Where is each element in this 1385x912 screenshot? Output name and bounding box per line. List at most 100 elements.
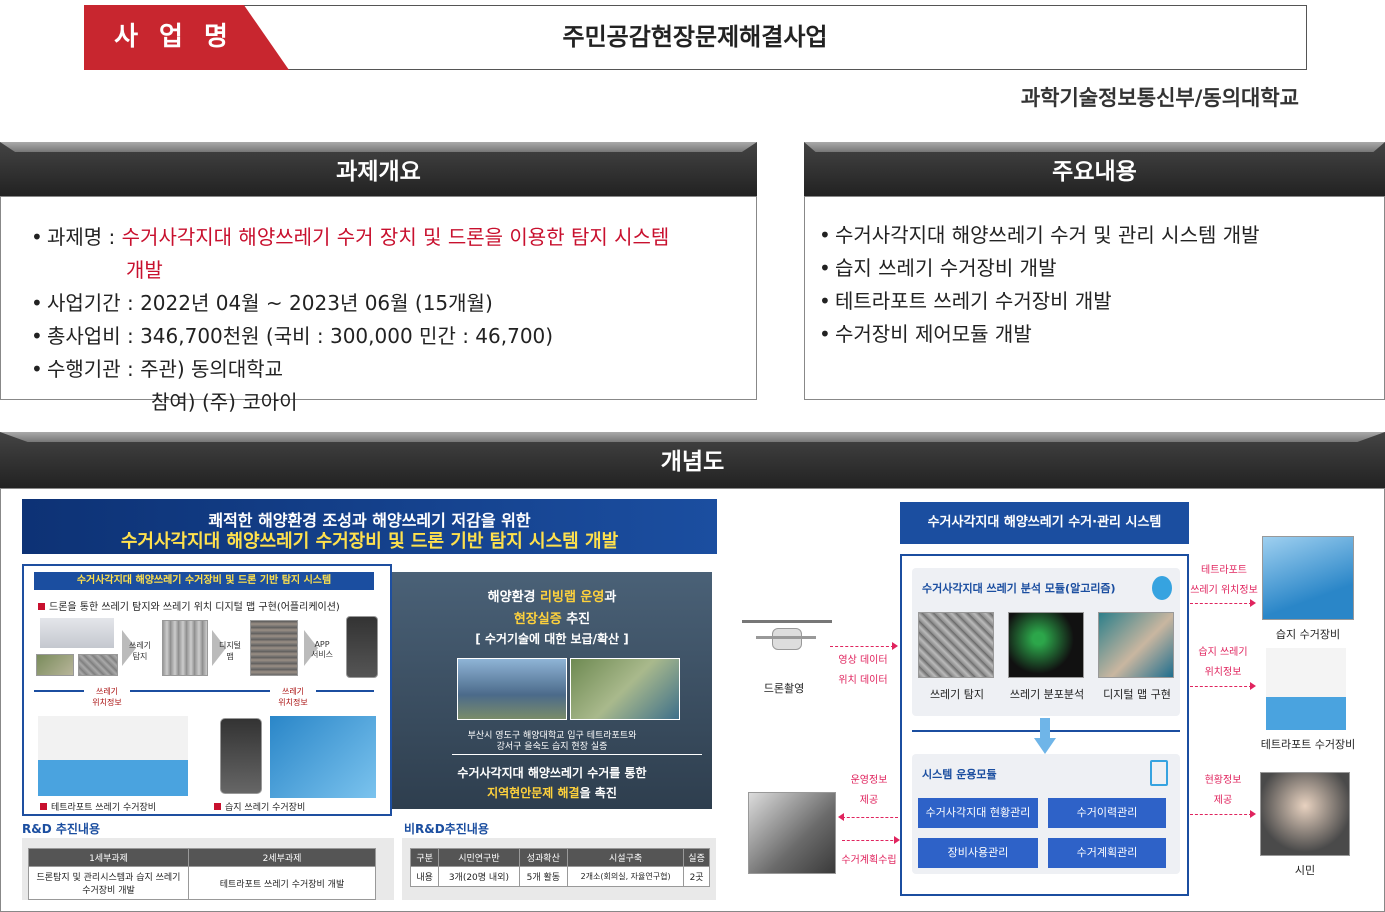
main-content-box: • 수거사각지대 해양쓰레기 수거 및 관리 시스템 개발 • 습지 쓰레기 수거장…: [804, 196, 1385, 400]
arrow-head: [1250, 810, 1256, 818]
drone-icon: [742, 610, 832, 670]
main-item: • 테트라포트 쓰레기 수거장비 개발: [819, 289, 1112, 313]
project-name-tag-label: 사 업 명: [114, 22, 234, 52]
nonrd-cell: 3개(20명 내외): [438, 866, 520, 887]
rd-table: 1세부과제 2세부과제 드론탐지 및 관리시스템과 습지 쓰레기 수거장비 개발 테…: [28, 848, 376, 900]
tetrapod-device-label: 테트라포트 수거장비: [1260, 738, 1356, 751]
plan-management-button[interactable]: 수거계획관리: [1048, 838, 1166, 868]
system-subpanel: 수거사각지대 해양쓰레기 수거장비 및 드론 기반 탐지 시스템 드론을 통한 …: [22, 564, 392, 816]
living-lab-line2: 현장실증 추진: [513, 612, 591, 627]
overview-item-org: • 수행기관 : 주관) 동의대학교 참여) (주) 코아이: [31, 357, 298, 414]
concept-heading: 개념도: [0, 432, 1385, 488]
wet-info-1: 습지 쓰레기: [1198, 647, 1248, 658]
arrow-head: [1250, 599, 1256, 607]
nonrd-header: 구분: [409, 848, 440, 867]
operation-title: 시스템 운용모듈: [922, 768, 997, 781]
nonrd-title: 비R&D추진내용: [404, 822, 489, 836]
checklist-icon: [1150, 760, 1168, 786]
overview-box: • 과제명 : 수거사각지대 해양쓰레기 수거 장치 및 드론을 이용한 탐지 시…: [0, 196, 757, 414]
flow-map-label: 디지털 맵: [218, 641, 242, 661]
trash-photo: [78, 654, 118, 676]
wet-info-2: 위치정보: [1204, 667, 1242, 678]
main-item: • 수거사각지대 해양쓰레기 수거 및 관리 시스템 개발: [819, 223, 1260, 247]
rd-cell: 테트라포트 쓰레기 수거장비 개발: [188, 866, 376, 900]
phone-image: [346, 616, 378, 678]
ops-info-2: 제공: [859, 795, 879, 806]
arrow-head: [838, 813, 844, 821]
detect-image: [162, 620, 208, 676]
organization: 과학기술정보통신부/동의대학교: [1020, 86, 1299, 110]
site-photo-2: [570, 658, 680, 720]
site-photo-1: [457, 658, 567, 720]
distribution-thumb: [1008, 612, 1084, 678]
status-info-2: 제공: [1213, 795, 1233, 806]
site-caption-2: 강서구 을숙도 습지 현장 실증: [496, 742, 608, 752]
detect-thumb: [918, 612, 994, 678]
status-link: [1190, 814, 1252, 815]
map-label: 디지털 맵 구현: [1103, 688, 1171, 701]
living-lab-line3: [ 수거기술에 대한 보급/확산 ]: [475, 632, 629, 646]
nonrd-cell: 2곳: [683, 866, 710, 887]
arrow-head: [894, 836, 900, 844]
living-lab-bottom2: 지역현안문제 해결을 촉진: [487, 786, 617, 800]
phone-app-image: [220, 718, 262, 794]
rd-cell: 드론탐지 및 관리시스템과 습지 쓰레기 수거장비 개발: [28, 866, 189, 900]
arrow-head: [1250, 682, 1256, 690]
wetland-device-photo: [1262, 536, 1354, 620]
living-lab-divider: [452, 754, 702, 755]
overview-item-period: • 사업기간 : 2022년 04월 ~ 2023년 06월 (15개월): [31, 291, 493, 315]
shore-photo: [36, 654, 74, 676]
position-info-2: 쓰레기 위치정보: [270, 686, 316, 708]
rd-header: 1세부과제: [28, 848, 189, 867]
operator-photo: [748, 792, 836, 874]
drone-label: 드론촬영: [763, 682, 805, 695]
overview-item-budget: • 총사업비 : 346,700천원 (국비 : 300,000 민간 : 46,…: [31, 324, 554, 348]
nonrd-header: 성과확산: [518, 848, 569, 867]
system-title: 수거사각지대 해양쓰레기 수거·관리 시스템: [900, 502, 1189, 544]
drone-data-2: 위치 데이터: [838, 675, 888, 686]
flow-detect-label: 쓰레기 탐지: [128, 641, 152, 661]
subpanel-caption: 드론을 통한 쓰레기 탐지와 쓰레기 위치 디지털 맵 구현(어플리케이션): [38, 598, 340, 613]
digital-map-image: [250, 620, 298, 676]
detect-label: 쓰레기 탐지: [929, 688, 985, 701]
overview-heading: 과제개요: [0, 142, 757, 196]
status-info-1: 현황정보: [1204, 775, 1242, 786]
citizen-photo: [1260, 772, 1350, 856]
citizen-label: 시민: [1294, 864, 1316, 877]
rd-title: R&D 추진내용: [22, 822, 101, 836]
drone-image: [40, 618, 114, 648]
nonrd-cell: 내용: [409, 866, 440, 887]
drone-link: [830, 646, 894, 647]
nonrd-cell: 2개소(회의실, 자율연구협): [567, 866, 685, 887]
tetra-link: [1190, 603, 1252, 604]
down-arrow-icon: [1034, 718, 1056, 754]
status-management-button[interactable]: 수거사각지대 현황관리: [918, 798, 1038, 828]
nonrd-header: 실증: [683, 848, 710, 867]
concept-banner: 쾌적한 해양환경 조성과 해양쓰레기 저감을 위한 수거사각지대 해양쓰레기 수…: [22, 499, 717, 554]
nonrd-table: 구분 시민연구반 성과확산 시설구축 실증 내용 3개(20명 내외) 5개 활…: [409, 848, 710, 887]
history-management-button[interactable]: 수거이력관리: [1048, 798, 1166, 828]
plan-label: 수거계획수립: [841, 855, 897, 866]
equipment-management-button[interactable]: 장비사용관리: [918, 838, 1038, 868]
flow-app-label: APP 서비스: [310, 640, 334, 659]
project-title: 주민공감현장문제해결사업: [562, 23, 828, 51]
nonrd-header: 시설구축: [567, 848, 685, 867]
wet-link: [1190, 686, 1252, 687]
plan-link: [842, 840, 898, 841]
nonrd-cell: 5개 활동: [518, 866, 569, 887]
brain-icon: [1152, 576, 1172, 600]
ops-info-1: 운영정보: [850, 775, 888, 786]
wetland-device-image: [270, 716, 376, 798]
living-lab-bottom1: 수거사각지대 해양쓰레기 수거를 통한: [457, 766, 647, 780]
main-item: • 습지 쓰레기 수거장비 개발: [819, 256, 1057, 280]
distribution-label: 쓰레기 분포분석: [1009, 688, 1085, 701]
wetland-device-label: 습지 수거장비: [1275, 628, 1341, 641]
tetra-info-1: 테트라포트: [1201, 565, 1247, 576]
living-lab-panel: 해양환경 리빙랩 운영과 현장실증 추진 [ 수거기술에 대한 보급/확산 ] …: [392, 572, 712, 809]
nonrd-header: 시민연구반: [438, 848, 520, 867]
living-lab-line1: 해양환경 리빙랩 운영과: [487, 590, 617, 605]
tetrapod-device-photo: [1266, 648, 1346, 730]
operation-module: 시스템 운용모듈 수거사각지대 현황관리 수거이력관리 장비사용관리 수거계획관…: [912, 754, 1180, 874]
main-item: • 수거장비 제어모듈 개발: [819, 322, 1032, 346]
subpanel-title: 수거사각지대 해양쓰레기 수거장비 및 드론 기반 탐지 시스템: [34, 572, 374, 590]
